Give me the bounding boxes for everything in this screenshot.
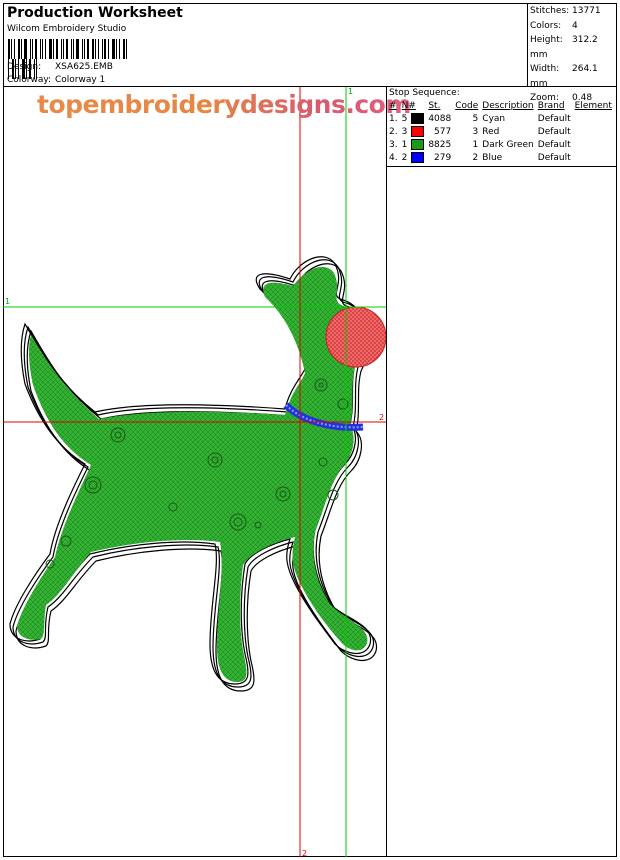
stop-header-cell: Element — [574, 100, 612, 111]
stop-sequence-title: Stop Sequence: — [389, 88, 460, 98]
stop-element — [573, 151, 614, 164]
colorway-value: Colorway 1 — [55, 75, 106, 85]
design-value: XSA625.EMB — [55, 62, 113, 72]
guide-green-h-label: 1 — [5, 297, 10, 306]
stop-description: Cyan — [482, 113, 506, 124]
stop-description: Blue — [482, 152, 503, 163]
stop-sequence-table: # N# St. Code Description Brand Element 1. 5 408… — [387, 99, 614, 164]
stop-num: 1. — [389, 113, 398, 124]
stop-row: 1. 5 4088 5 Cyan Default — [387, 112, 614, 125]
guide-red-h-label: 2 — [379, 413, 384, 422]
stop-code: 3 — [472, 126, 479, 137]
stop-n: 1 — [401, 139, 408, 150]
stat-value: 13771 — [572, 6, 601, 16]
color-swatch-cell — [409, 112, 426, 125]
stat-label: Height: — [530, 35, 563, 45]
guide-red-v-label: 2 — [302, 849, 307, 857]
stop-row: 3. 1 8825 1 Dark Green Default — [387, 138, 614, 151]
page-title: Production Worksheet — [7, 5, 183, 21]
stop-code: 2 — [472, 152, 479, 163]
stop-num: 4. — [389, 152, 398, 163]
stop-element — [573, 138, 614, 151]
stop-st: 577 — [434, 126, 452, 137]
stop-header-cell: Description — [482, 100, 534, 111]
header-info: Production Worksheet Wilcom Embroidery S… — [3, 3, 528, 87]
color-swatch-cell — [409, 151, 426, 164]
stat-label: Width: — [530, 64, 560, 74]
stop-n: 2 — [401, 152, 408, 163]
stop-header-cell: Brand — [537, 100, 565, 111]
stat-value: 4 — [572, 20, 578, 31]
design-row: Design: XSA625.EMB — [7, 62, 113, 72]
stop-brand: Default — [537, 152, 571, 163]
colorway-row: Colorway: Colorway 1 — [7, 75, 105, 85]
stop-st: 279 — [434, 152, 452, 163]
stop-code: 5 — [472, 113, 479, 124]
stat-row: Stitches: 13771 — [530, 4, 617, 19]
stop-n: 3 — [401, 126, 408, 137]
color-swatch — [411, 152, 425, 163]
stop-row: 4. 2 279 2 Blue Default — [387, 151, 614, 164]
design-preview: 1 1 2 2 — [3, 87, 386, 857]
stop-st: 4088 — [428, 113, 452, 124]
stop-header-cell: St. — [428, 100, 441, 111]
stop-header-cell: # — [389, 100, 397, 111]
dog-body — [17, 266, 368, 682]
color-swatch — [411, 113, 425, 124]
right-panel: Stop Sequence: # N# St. Code Description Bran… — [386, 87, 617, 857]
barcode — [8, 39, 132, 79]
colorway-label: Colorway: — [7, 75, 52, 85]
stat-row: Colors: 4 — [530, 19, 617, 34]
stop-num: 3. — [389, 139, 398, 150]
stop-brand: Default — [537, 126, 571, 137]
design-stats: Stitches: 13771 Colors: 4 Height: 312.2 mm Wid… — [528, 3, 617, 103]
stop-code: 1 — [472, 139, 479, 150]
stop-n: 5 — [401, 113, 408, 124]
stop-description: Dark Green — [482, 139, 534, 150]
stat-row: Height: 312.2 mm — [530, 33, 617, 62]
color-swatch — [411, 126, 425, 137]
stop-element — [573, 112, 614, 125]
stat-label: Stitches: — [530, 6, 570, 16]
stop-header-cell: N# — [401, 100, 416, 111]
design-label: Design: — [7, 62, 42, 72]
color-swatch-cell — [409, 138, 426, 151]
stop-num: 2. — [389, 126, 398, 137]
stop-description: Red — [482, 126, 500, 137]
stop-header-cell: Code — [455, 100, 479, 111]
stop-row: 2. 3 577 3 Red Default — [387, 125, 614, 138]
stat-label: Colors: — [530, 20, 562, 31]
stop-sequence: Stop Sequence: # N# St. Code Description Bran… — [387, 87, 617, 167]
color-swatch — [411, 139, 425, 150]
watermark: topembroiderydesigns.com — [37, 90, 411, 119]
color-swatch-cell — [409, 125, 426, 138]
stop-brand: Default — [537, 113, 571, 124]
stop-brand: Default — [537, 139, 571, 150]
stop-st: 8825 — [428, 139, 452, 150]
stop-element — [573, 125, 614, 138]
software-name: Wilcom Embroidery Studio — [7, 24, 127, 34]
nose — [325, 306, 386, 368]
